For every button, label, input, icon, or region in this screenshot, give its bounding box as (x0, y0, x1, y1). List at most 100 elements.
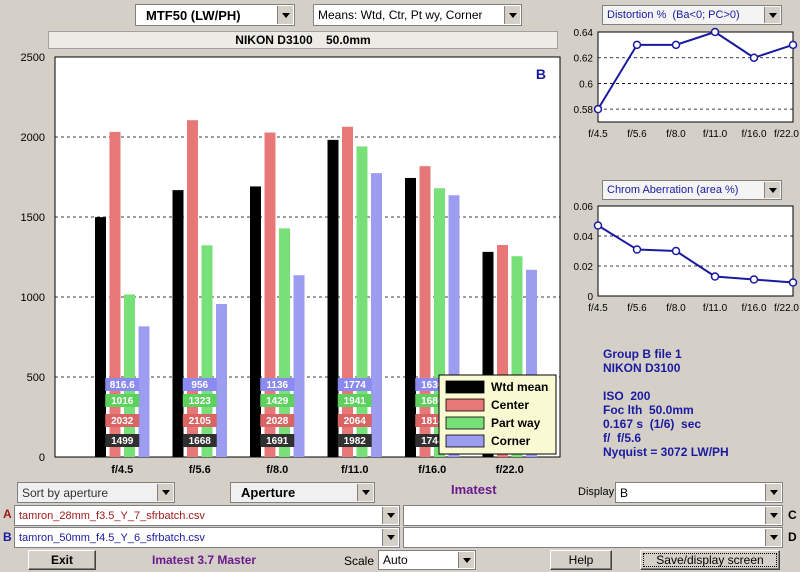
info-camera: NIKON D3100 (603, 361, 681, 375)
scale-select-value: Auto (383, 553, 408, 567)
bar (371, 173, 382, 457)
y-tick-label: 0.58 (574, 105, 594, 116)
chrom-aberration-select[interactable]: Chrom Aberration (area %) (602, 180, 782, 200)
data-label: 2032 (111, 416, 134, 427)
scale-select[interactable]: Auto (378, 550, 476, 570)
file-b-select[interactable]: tamron_50mm_f4.5_Y_6_sfrbatch.csv (14, 527, 400, 548)
file-b-value: tamron_50mm_f4.5_Y_6_sfrbatch.csv (19, 531, 205, 544)
data-label: 816.6 (110, 380, 135, 391)
info-iso: ISO 200 (603, 389, 651, 403)
data-label: 1668 (189, 436, 212, 447)
data-label: 1499 (111, 436, 134, 447)
exit-button[interactable]: Exit (28, 550, 96, 570)
means-select-value: Means: Wtd, Ctr, Pt wy, Corner (318, 8, 483, 22)
chevron-down-icon[interactable] (764, 7, 780, 23)
data-point (749, 53, 759, 62)
y-tick-label: 0.06 (574, 202, 594, 213)
distortion-select[interactable]: Distortion % (Ba<0; PC>0) (602, 5, 782, 25)
y-tick-label: 0.04 (574, 232, 594, 243)
x-tick-label: f/4.5 (588, 303, 608, 314)
data-point (749, 275, 759, 284)
file-b-letter: B (3, 530, 12, 544)
bar (405, 177, 416, 457)
data-point (788, 40, 798, 50)
x-tick-label: f/22.0 (774, 303, 799, 314)
x-tick-label: f/16.0 (741, 303, 766, 314)
chrom-aberration-chart: 0 0.02 0.04 0.06 f/4.5 f/5.6 f/8.0 f/11.0 f/16.0… (574, 202, 800, 314)
data-label: 2105 (189, 416, 212, 427)
display-select[interactable]: B (615, 482, 783, 503)
bar (109, 131, 121, 457)
chevron-down-icon[interactable] (382, 507, 398, 524)
scale-label: Scale (344, 554, 375, 568)
bar (356, 146, 368, 457)
legend-swatch (445, 398, 485, 412)
data-point (710, 27, 720, 37)
help-button[interactable]: Help (550, 550, 612, 570)
chevron-down-icon[interactable] (382, 529, 398, 546)
info-exposure: 0.167 s (1/6) sec (603, 417, 702, 431)
bar (419, 166, 431, 457)
x-tick-label: f/8.0 (666, 129, 686, 140)
plot-area (597, 31, 794, 123)
info-fstop: f/ f/5.6 (603, 431, 642, 445)
data-label: 1982 (344, 436, 367, 447)
legend-swatch (445, 434, 485, 448)
bar (342, 126, 353, 457)
aperture-select[interactable]: Aperture (230, 482, 375, 503)
display-select-value: B (620, 485, 629, 500)
sort-select-value: Sort by aperture (22, 485, 109, 500)
chevron-down-icon[interactable] (157, 484, 173, 501)
file-a-letter: A (3, 507, 12, 521)
x-tick-label: f/8.0 (666, 303, 686, 314)
info-nyquist: Nyquist = 3072 LW/PH (603, 445, 729, 459)
means-select[interactable]: Means: Wtd, Ctr, Pt wy, Corner (313, 4, 522, 26)
x-tick-label: f/5.6 (627, 129, 647, 140)
y-tick-label: 0.02 (574, 262, 594, 273)
legend-label: Center (491, 398, 529, 412)
metric-select[interactable]: MTF50 (LW/PH) (135, 4, 295, 26)
chevron-down-icon[interactable] (277, 6, 293, 24)
distortion-select-value: Distortion % (Ba<0; PC>0) (607, 9, 740, 21)
file-d-select[interactable] (403, 527, 783, 548)
data-point (671, 246, 681, 256)
data-label: 1136 (266, 380, 288, 391)
metric-select-value: MTF50 (LW/PH) (146, 7, 241, 23)
y-tick-label: 0.6 (579, 79, 593, 90)
x-tick-label: f/8.0 (266, 464, 288, 475)
data-label: 2028 (266, 416, 289, 427)
data-label: 1774 (344, 380, 367, 391)
bar (327, 139, 339, 457)
legend-label: Wtd mean (491, 380, 548, 394)
imatest-label: Imatest (451, 482, 497, 497)
sort-select[interactable]: Sort by aperture (17, 482, 175, 503)
data-label: 1323 (189, 396, 212, 407)
chevron-down-icon[interactable] (504, 6, 520, 24)
file-c-select[interactable] (403, 505, 783, 526)
data-point (632, 245, 642, 254)
chevron-down-icon[interactable] (765, 484, 781, 501)
chevron-down-icon[interactable] (765, 507, 781, 524)
y-tick-label: 2500 (21, 52, 45, 64)
x-tick-label: f/11.0 (341, 464, 369, 475)
file-c-letter: C (788, 508, 797, 522)
data-label: 1691 (266, 436, 289, 447)
data-label: 956 (191, 380, 208, 391)
save-display-screen-button[interactable]: Save/display screen (640, 550, 780, 570)
data-label: 1429 (266, 396, 289, 407)
x-tick-label: f/5.6 (189, 464, 211, 475)
chevron-down-icon[interactable] (764, 182, 780, 198)
data-point (593, 104, 603, 114)
x-tick-label: f/16.0 (418, 464, 446, 475)
aperture-select-value: Aperture (241, 485, 296, 500)
chevron-down-icon[interactable] (765, 529, 781, 546)
data-point (788, 278, 798, 287)
y-tick-label: 0.64 (574, 28, 594, 39)
chevron-down-icon[interactable] (357, 484, 373, 501)
bar (95, 217, 106, 457)
y-tick-label: 0 (39, 452, 45, 464)
file-a-select[interactable]: tamron_28mm_f3.5_Y_7_sfrbatch.csv (14, 505, 400, 526)
legend-label: Part way (491, 416, 541, 430)
chevron-down-icon[interactable] (458, 552, 474, 568)
y-tick-label: 500 (27, 372, 45, 384)
